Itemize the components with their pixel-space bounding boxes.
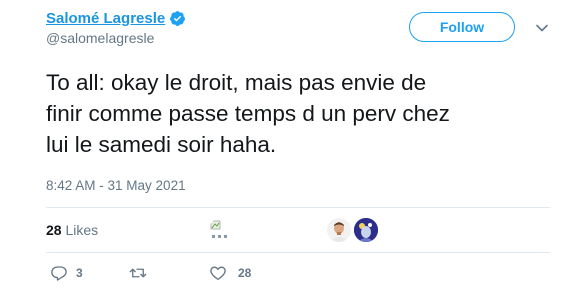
tweet-text-line: finir comme passe temps d un perv chez [46, 101, 450, 126]
liker-avatar[interactable] [209, 218, 233, 242]
heart-icon [210, 266, 226, 281]
reply-icon [51, 266, 67, 281]
person-avatar-icon [327, 218, 351, 242]
author-handle[interactable]: @salomelagresle [46, 30, 186, 46]
likes-stat[interactable]: 28 Likes [46, 222, 98, 238]
verified-badge-icon [170, 10, 186, 26]
likes-label: Likes [65, 222, 99, 238]
tweet-text-line: lui le samedi soir haha. [46, 132, 277, 157]
tweet-text: To all: okay le droit, mais pas envie de… [46, 67, 556, 160]
divider [46, 207, 550, 208]
like-count: 28 [238, 266, 252, 280]
author-name-row: Salomé Lagresle [46, 8, 186, 28]
tweet-actions: 3 28 [46, 262, 546, 284]
liker-avatar[interactable] [327, 218, 351, 242]
tweet-timestamp[interactable]: 8:42 AM - 31 May 2021 [46, 178, 186, 193]
likes-count: 28 [46, 222, 62, 238]
follow-button[interactable]: Follow [409, 12, 515, 42]
like-button[interactable]: 28 [209, 262, 251, 284]
liker-avatar[interactable] [354, 218, 378, 242]
divider [46, 252, 550, 253]
retweet-button[interactable] [129, 262, 155, 284]
author-display-name[interactable]: Salomé Lagresle [46, 10, 165, 27]
reply-count: 3 [76, 266, 83, 280]
person-avatar-icon [354, 218, 378, 242]
tweet-text-line: To all: okay le droit, mais pas envie de [46, 70, 427, 95]
retweet-icon [129, 268, 147, 278]
reply-button[interactable]: 3 [50, 262, 83, 284]
tweet-author: Salomé Lagresle @salomelagresle [46, 8, 186, 46]
broken-image-icon [210, 220, 227, 238]
chevron-down-icon[interactable] [534, 20, 550, 36]
